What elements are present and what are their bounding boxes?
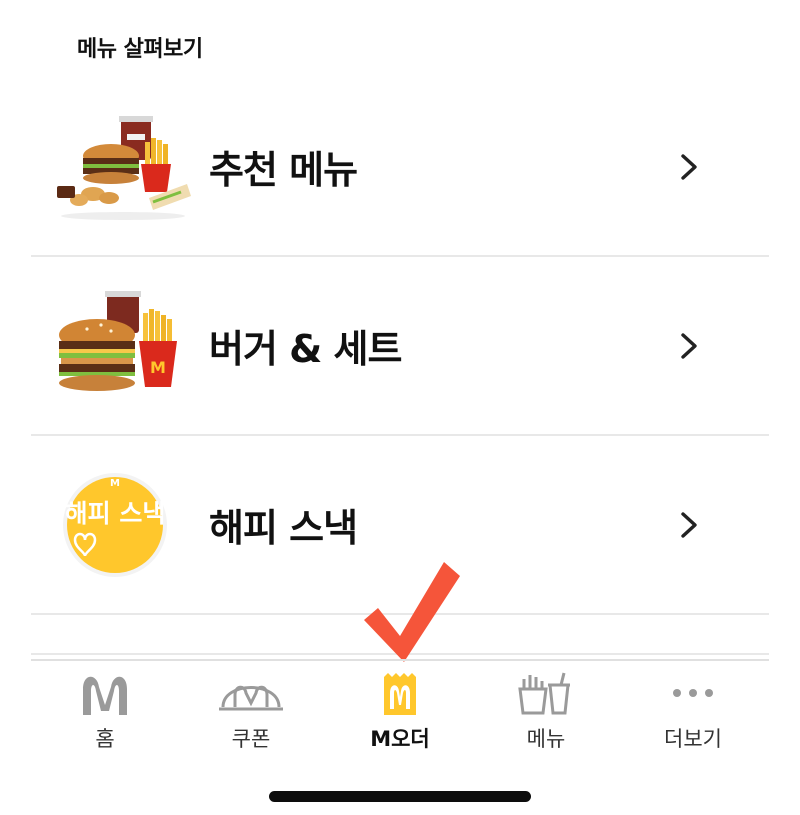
tab-more[interactable]: 더보기 [633, 671, 753, 761]
happy-snack-badge-text: 해피 스낵 [65, 499, 166, 528]
tab-label: 더보기 [664, 727, 722, 751]
fries-drink-icon [518, 672, 570, 715]
tab-menu[interactable]: 메뉴 [486, 671, 606, 761]
bottom-tab-bar: 홈 쿠폰 M오더 메뉴 더보기 [31, 659, 769, 759]
svg-text:M: M [150, 358, 166, 377]
tab-m-order[interactable]: M오더 [340, 671, 460, 761]
check-mark-icon [364, 562, 460, 662]
burger-set-image: M [59, 290, 177, 391]
tab-coupon[interactable]: 쿠폰 [191, 671, 311, 761]
golden-arches-icon [83, 676, 127, 715]
m-order-bag-icon [384, 673, 416, 715]
chevron-right-icon [681, 153, 697, 180]
chevron-right-icon [681, 332, 697, 359]
svg-text:M: M [110, 478, 120, 489]
more-dots-icon [673, 689, 713, 697]
menu-item-burger-set[interactable]: M 버거 & 세트 [31, 257, 769, 436]
menu-item-label: 추천 메뉴 [209, 148, 358, 192]
tab-label: M오더 [370, 727, 430, 751]
menu-item-recommended[interactable]: 추천 메뉴 [31, 78, 769, 257]
tab-label: 홈 [95, 727, 115, 751]
happy-snack-badge-icon: M 해피 스낵 [63, 472, 167, 577]
menu-item-label: 버거 & 세트 [209, 327, 402, 371]
tab-label: 쿠폰 [231, 727, 271, 751]
tab-label: 메뉴 [526, 727, 566, 751]
home-indicator[interactable] [269, 791, 531, 802]
coupon-icon [219, 685, 283, 711]
menu-item-label: 해피 스낵 [209, 506, 358, 550]
tab-home[interactable]: 홈 [45, 671, 165, 761]
chevron-right-icon [681, 511, 697, 538]
recommended-menu-image [57, 115, 191, 220]
section-title: 메뉴 살펴보기 [77, 37, 203, 62]
